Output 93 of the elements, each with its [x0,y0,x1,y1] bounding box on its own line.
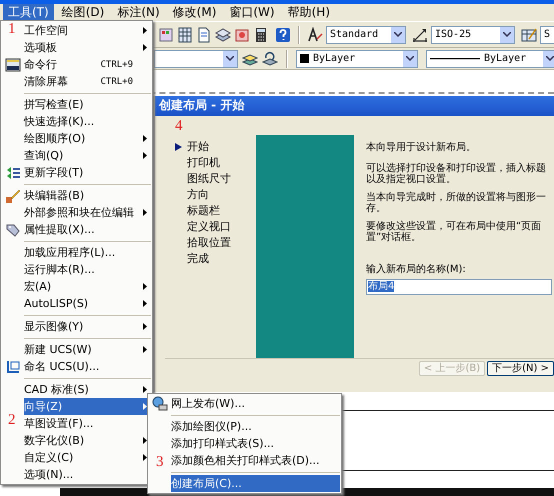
menu-item[interactable]: 显示图像(Y) [24,318,151,335]
layout-name-field[interactable]: 布局4 [366,278,552,295]
dimension-style-icon [412,26,428,42]
wizard-step[interactable]: 打印机 [155,154,256,171]
grid-icon [177,26,193,42]
ucs-axes-icon [5,358,21,374]
dialog-title: 创建布局 - 开始 [155,96,554,116]
annotation-number: 2 [8,413,16,428]
current-step-icon [175,142,182,151]
submenu-arrow-icon [143,386,147,393]
wizard-step[interactable]: 方向 [155,186,256,203]
submenu-arrow-icon [143,44,147,51]
annotation-number: 1 [8,22,16,37]
menu-item[interactable]: 清除屏幕 CTRL+0 [24,73,151,90]
submenu-arrow-icon [143,346,147,353]
menu-item[interactable]: 创建布局(C)... [171,475,340,492]
text-style-icon [307,26,323,42]
menu-item[interactable]: 绘图顺序(O) [24,130,151,147]
stamp-icon [234,26,250,42]
menu-item[interactable]: 添加绘图仪(P)... [171,418,340,435]
submenu-arrow-icon [143,135,147,142]
wizard-step[interactable]: 图纸尺寸 [155,170,256,187]
menu-item[interactable]: CAD 标准(S) [24,381,151,398]
menu-item[interactable]: 添加颜色相关打印样式表(D)... [171,452,340,469]
document-icon [196,26,212,42]
description-paragraph: 要修改这些设置，可在布局中使用“页面 置”对话框。 [366,220,542,243]
menu-item[interactable]: 属性提取(X)... [24,221,151,238]
menu-item[interactable]: 命令行 CTRL+9 [24,56,151,73]
table-style-icon [521,26,537,42]
menu-item[interactable]: 拼写检查(E) [24,96,151,113]
submenu-arrow-icon [143,323,147,330]
menu-item[interactable]: 数字化仪(B) [24,432,151,449]
menu-item[interactable]: 选项(N)... [24,466,151,483]
menu-item[interactable]: 添加打印样式表(S)... [171,435,340,452]
wizard-step[interactable]: 定义视口 [155,218,256,235]
name-label: 输入新布局的名称(M): [366,264,467,275]
layer-previous-icon [262,50,278,66]
submenu-arrow-icon [143,27,147,34]
annotation-number: 4 [175,119,182,134]
submenu-arrow-icon [143,300,147,307]
menu-item[interactable]: 查询(Q) [24,147,151,164]
color-swatch-icon [300,54,309,63]
annotation-number: 3 [156,455,164,470]
console-window-icon [5,56,21,72]
help-icon [275,26,291,42]
description-paragraph: 可以选择打印设备和打印设置，插入标题 以及指定视口设置。 [366,162,547,185]
table-style-dropdown[interactable]: S [540,26,554,44]
description-paragraph: 本向导用于设计新布局。 [366,142,477,153]
submenu-arrow-icon [143,454,147,461]
menu-item[interactable]: 新建 UCS(W) [24,341,151,358]
menu-item[interactable]: 草图设置(F)... [24,415,151,432]
pencil-block-icon [5,188,21,204]
tag-extract-icon [5,222,21,238]
menu-item[interactable]: 加载应用程序(L)... [24,244,151,261]
calculator-icon [253,26,269,42]
menu-item[interactable]: 网上发布(W)... [171,395,340,412]
dimension-style-dropdown[interactable]: ISO-25 [431,26,515,44]
stacked-sheets-icon [215,26,231,42]
next-button[interactable]: 下一步(N) > [487,360,554,376]
menu-item[interactable]: 更新字段(T) [24,164,151,181]
wizard-step[interactable]: 拾取位置 [155,234,256,251]
globe-printer-icon [152,396,168,412]
color-dropdown[interactable]: ByLayer [296,50,418,68]
layer-dropdown[interactable] [154,50,238,68]
menu-item[interactable]: 选项板 [24,39,151,56]
refresh-list-icon [5,164,21,180]
menu-item[interactable]: 宏(A) [24,278,151,295]
submenu-arrow-icon [143,152,147,159]
wizard-step[interactable]: 完成 [155,250,256,267]
line-sample-icon [430,58,480,60]
menu-item[interactable]: 工作空间 [24,22,151,39]
menu-bar-item[interactable]: 窗口(W) [224,4,280,21]
menu-item[interactable]: 运行脚本(R)... [24,261,151,278]
menu-bar-item[interactable]: 标注(N) [112,4,165,21]
menu-item[interactable]: 块编辑器(B) [24,187,151,204]
description-paragraph: 当本向导完成时，所做的设置将与图形一 存。 [366,192,547,214]
submenu-arrow-icon [143,209,147,216]
submenu-arrow-icon [143,283,147,290]
wizard-step[interactable]: 标题栏 [155,202,256,219]
menu-item[interactable]: AutoLISP(S) [24,295,151,312]
menu-item[interactable]: 自定义(C) [24,449,151,466]
submenu-arrow-icon [143,437,147,444]
menu-item[interactable]: 外部参照和块在位编辑 [24,204,151,221]
text-style-dropdown[interactable]: Standard [326,26,406,44]
menu-bar-item[interactable]: 帮助(H) [282,4,335,21]
menu-bar-item[interactable]: 修改(M) [168,4,222,21]
wizard-step[interactable]: 开始 [155,138,256,155]
color-swatch-icon [158,26,174,42]
menu-bar-item[interactable]: 工具(T) [3,4,54,21]
menu-bar-item[interactable]: 绘图(D) [56,4,110,21]
menu-item[interactable]: 命名 UCS(U)... [24,358,151,375]
menu-item[interactable]: 快速选择(K)... [24,113,151,130]
linetype-dropdown[interactable]: ByLayer [426,50,554,68]
